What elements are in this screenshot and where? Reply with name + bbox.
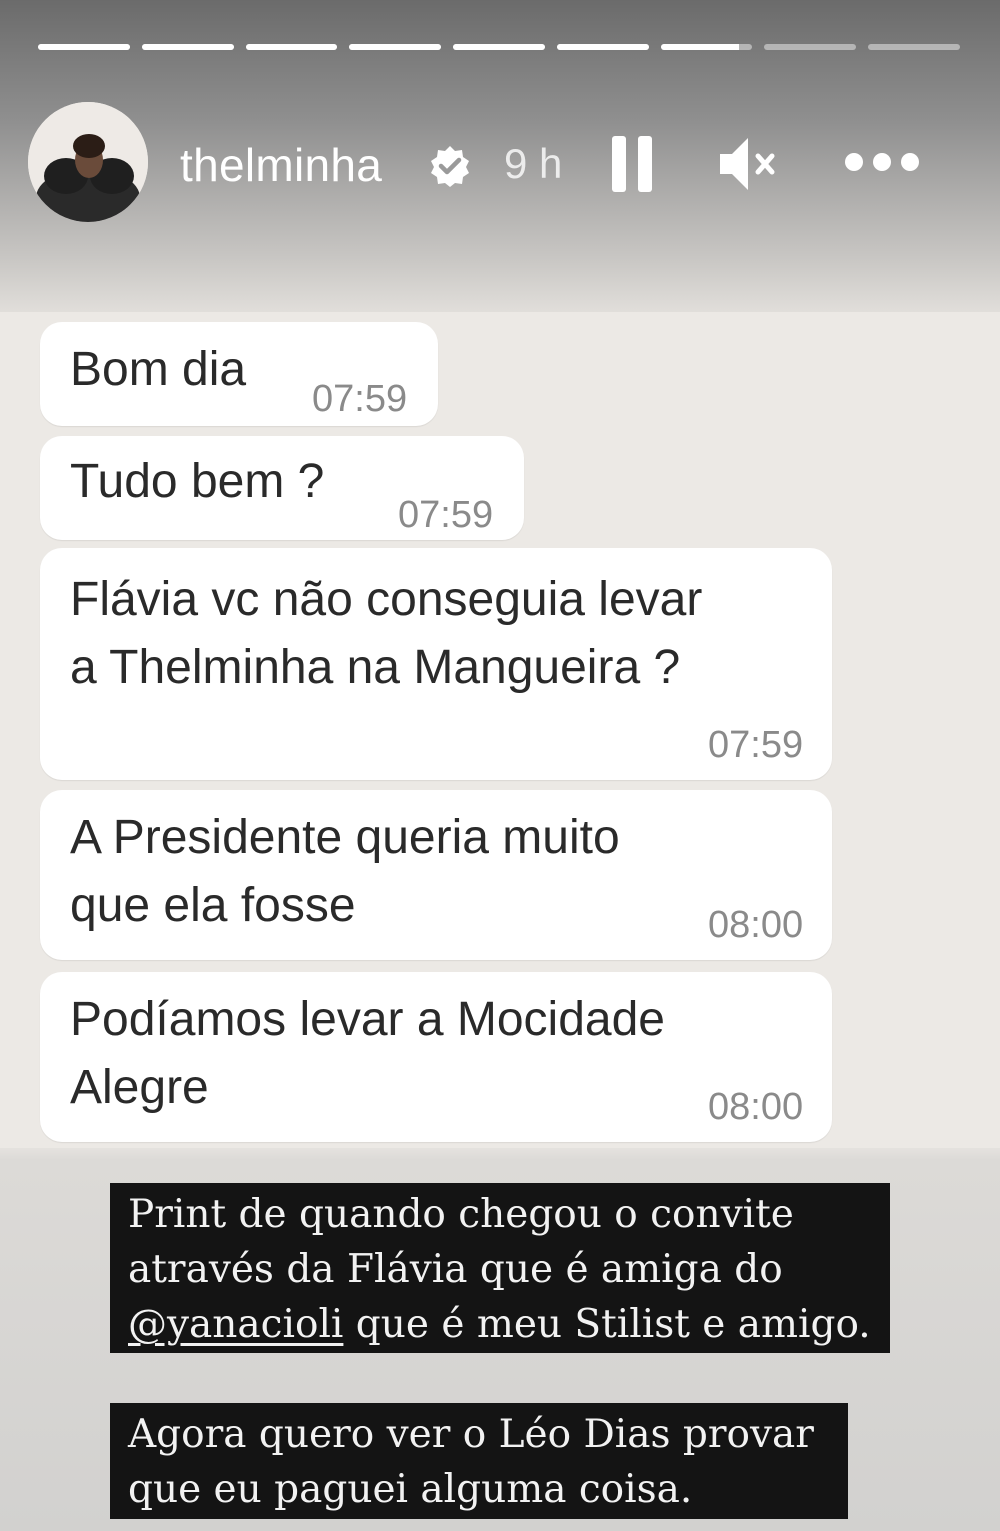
message-time: 08:00 [708, 904, 804, 946]
progress-fill [245, 44, 338, 50]
caption-line: através da Flávia que é amiga do [128, 1247, 783, 1292]
progress-fill [660, 44, 739, 50]
message-bubble: Tudo bem ? 07:59 [40, 436, 524, 540]
verified-badge-icon [428, 144, 472, 188]
muted-speaker-icon[interactable] [716, 132, 776, 196]
story-time-ago: 9 h [504, 140, 563, 187]
caption-line: Print de quando chegou o convite [128, 1192, 794, 1237]
progress-segment [556, 44, 649, 50]
progress-segment [141, 44, 234, 50]
caption-line: @yanacioli que é meu Stilist e amigo. [128, 1297, 872, 1352]
message-bubble: Bom dia 07:59 [40, 322, 438, 426]
progress-fill [38, 44, 130, 50]
progress-segment [764, 44, 857, 50]
caption-text: que é meu Stilist e amigo. [343, 1302, 871, 1347]
story-viewer[interactable]: thelminha 9 h Bom dia 07:59 Tudo bem ? 0… [0, 0, 1000, 1531]
message-bubble: A Presidente queria muito que ela fosse … [40, 790, 832, 960]
message-time: 07:59 [708, 724, 804, 766]
message-text: Podíamos levar a Mocidade Alegre [70, 993, 665, 1114]
message-text: A Presidente queria muito que ela fosse [70, 811, 620, 932]
message-bubble: Flávia vc não conseguia levar a Thelminh… [40, 548, 832, 780]
message-text: Tudo bem ? [70, 455, 325, 508]
progress-segment [660, 44, 753, 50]
progress-fill [349, 44, 442, 50]
progress-fill [453, 44, 545, 50]
message-text: Bom dia [70, 343, 247, 396]
caption-line: Agora quero ver o Léo Dias provar [128, 1412, 814, 1457]
story-username[interactable]: thelminha [180, 138, 382, 192]
progress-segment [868, 44, 961, 50]
progress-segment [349, 44, 442, 50]
message-bubble: Podíamos levar a Mocidade Alegre 08:00 [40, 972, 832, 1142]
profile-avatar[interactable] [28, 102, 148, 222]
progress-segment [245, 44, 338, 50]
message-time: 07:59 [312, 378, 408, 420]
message-time: 07:59 [398, 494, 494, 536]
story-caption: Agora quero ver o Léo Dias provar que eu… [110, 1403, 848, 1519]
progress-segment [38, 44, 130, 50]
avatar-image [28, 102, 148, 222]
pause-icon[interactable] [606, 132, 666, 196]
caption-line: que eu paguei alguma coisa. [128, 1467, 693, 1512]
progress-segment [453, 44, 545, 50]
chat-screenshot: Bom dia 07:59 Tudo bem ? 07:59 Flávia vc… [0, 312, 1000, 1148]
message-text: Flávia vc não conseguia levar a Thelminh… [70, 573, 703, 694]
more-options-icon[interactable] [842, 132, 926, 196]
story-header: thelminha 9 h [28, 102, 972, 222]
progress-fill [141, 44, 234, 50]
story-progress-bar [38, 44, 961, 50]
progress-fill [556, 44, 649, 50]
message-time: 08:00 [708, 1086, 804, 1128]
mention-link[interactable]: @yanacioli [128, 1302, 343, 1347]
story-caption: Print de quando chegou o convite através… [110, 1183, 890, 1353]
